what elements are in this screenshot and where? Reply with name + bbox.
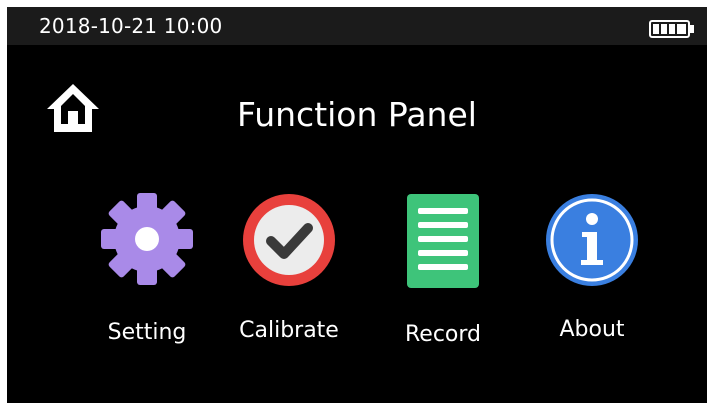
check-circle-icon: [243, 194, 335, 286]
battery-full-icon: [649, 20, 694, 38]
about-button[interactable]: About: [522, 192, 662, 357]
page-title: Function Panel: [237, 95, 477, 134]
gear-icon: [101, 193, 193, 285]
about-label: About: [559, 317, 625, 342]
calibrate-label: Calibrate: [239, 318, 339, 343]
info-icon: [546, 194, 638, 286]
record-label: Record: [404, 322, 481, 347]
device-screen: 2018-10-21 10:00 Function Panel Setting …: [7, 7, 707, 403]
setting-label: Setting: [107, 320, 187, 345]
calibrate-button[interactable]: Calibrate: [219, 192, 359, 357]
datetime-label: 2018-10-21 10:00: [39, 14, 223, 38]
record-button[interactable]: Record: [373, 192, 513, 357]
list-icon: [407, 194, 479, 288]
setting-button[interactable]: Setting: [77, 192, 217, 357]
status-bar: 2018-10-21 10:00: [7, 7, 707, 45]
